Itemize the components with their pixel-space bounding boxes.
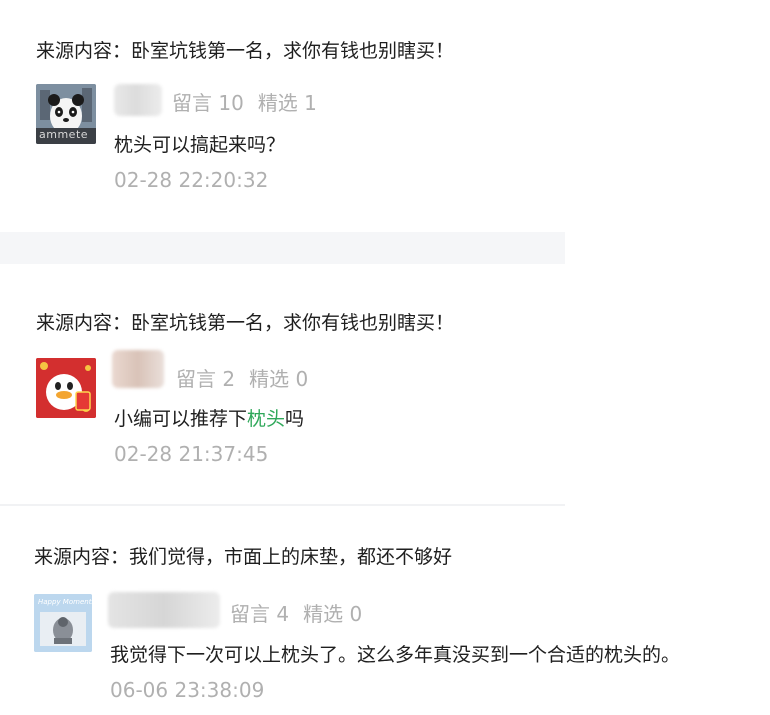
panda-caption: ammete bbox=[39, 128, 89, 141]
comment-text-main: 小编可以推荐下 bbox=[114, 408, 248, 430]
source-title[interactable]: 来源内容：卧室坑钱第一名，求你有钱也别瞎买！ bbox=[36, 36, 454, 63]
comment-timestamp: 02-28 22:20:32 bbox=[114, 168, 269, 192]
comment-text-main: 枕头可以搞起来吗？ bbox=[114, 134, 286, 156]
messages-count: 留言 2 bbox=[176, 367, 236, 391]
comment-text: 小编可以推荐下枕头吗 bbox=[114, 404, 304, 431]
comment-card-2: 来源内容：卧室坑钱第一名，求你有钱也别瞎买！ 留言 2 精选 0 小编可以推荐下枕… bbox=[0, 264, 770, 504]
avatar[interactable]: Happy Moments bbox=[34, 594, 92, 652]
comment-text-main: 我觉得下一次可以上枕头了。这么多年真没买到一个合适的枕头的。 bbox=[110, 644, 681, 666]
comment-stats: 留言 2 精选 0 bbox=[176, 363, 322, 392]
comment-timestamp: 02-28 21:37:45 bbox=[114, 442, 269, 466]
source-title[interactable]: 来源内容：卧室坑钱第一名，求你有钱也别瞎买！ bbox=[36, 308, 454, 335]
comment-text: 我觉得下一次可以上枕头了。这么多年真没买到一个合适的枕头的。 bbox=[110, 640, 680, 667]
messages-count: 留言 4 bbox=[230, 602, 290, 626]
duck-avatar-icon bbox=[36, 358, 96, 418]
comment-card-3: 来源内容：我们觉得，市面上的床垫，都还不够好 Happy Moments 留言 … bbox=[0, 506, 770, 715]
comment-timestamp: 06-06 23:38:09 bbox=[110, 678, 265, 702]
user-name-blurred[interactable] bbox=[108, 592, 220, 628]
user-name-blurred[interactable] bbox=[114, 84, 162, 116]
featured-count: 精选 0 bbox=[249, 367, 309, 391]
avatar[interactable] bbox=[36, 358, 96, 418]
featured-count: 精选 0 bbox=[303, 602, 363, 626]
comment-keyword-link[interactable]: 枕头 bbox=[247, 408, 285, 430]
featured-count: 精选 1 bbox=[257, 91, 317, 115]
messages-count: 留言 10 bbox=[172, 91, 244, 115]
card-divider bbox=[0, 232, 565, 264]
avatar[interactable]: ammete bbox=[36, 84, 96, 144]
user-name-blurred[interactable] bbox=[112, 350, 164, 388]
comment-stats: 留言 10 精选 1 bbox=[172, 87, 331, 116]
source-title[interactable]: 来源内容：我们觉得，市面上的床垫，都还不够好 bbox=[34, 542, 452, 569]
comment-stats: 留言 4 精选 0 bbox=[230, 598, 376, 627]
happy-moments-title: Happy Moments bbox=[38, 598, 92, 606]
comment-text-tail: 吗 bbox=[285, 408, 305, 430]
comment-text: 枕头可以搞起来吗？ bbox=[114, 130, 285, 157]
comment-card-1: 来源内容：卧室坑钱第一名，求你有钱也别瞎买！ ammete 留言 10 精选 1 … bbox=[0, 0, 770, 232]
